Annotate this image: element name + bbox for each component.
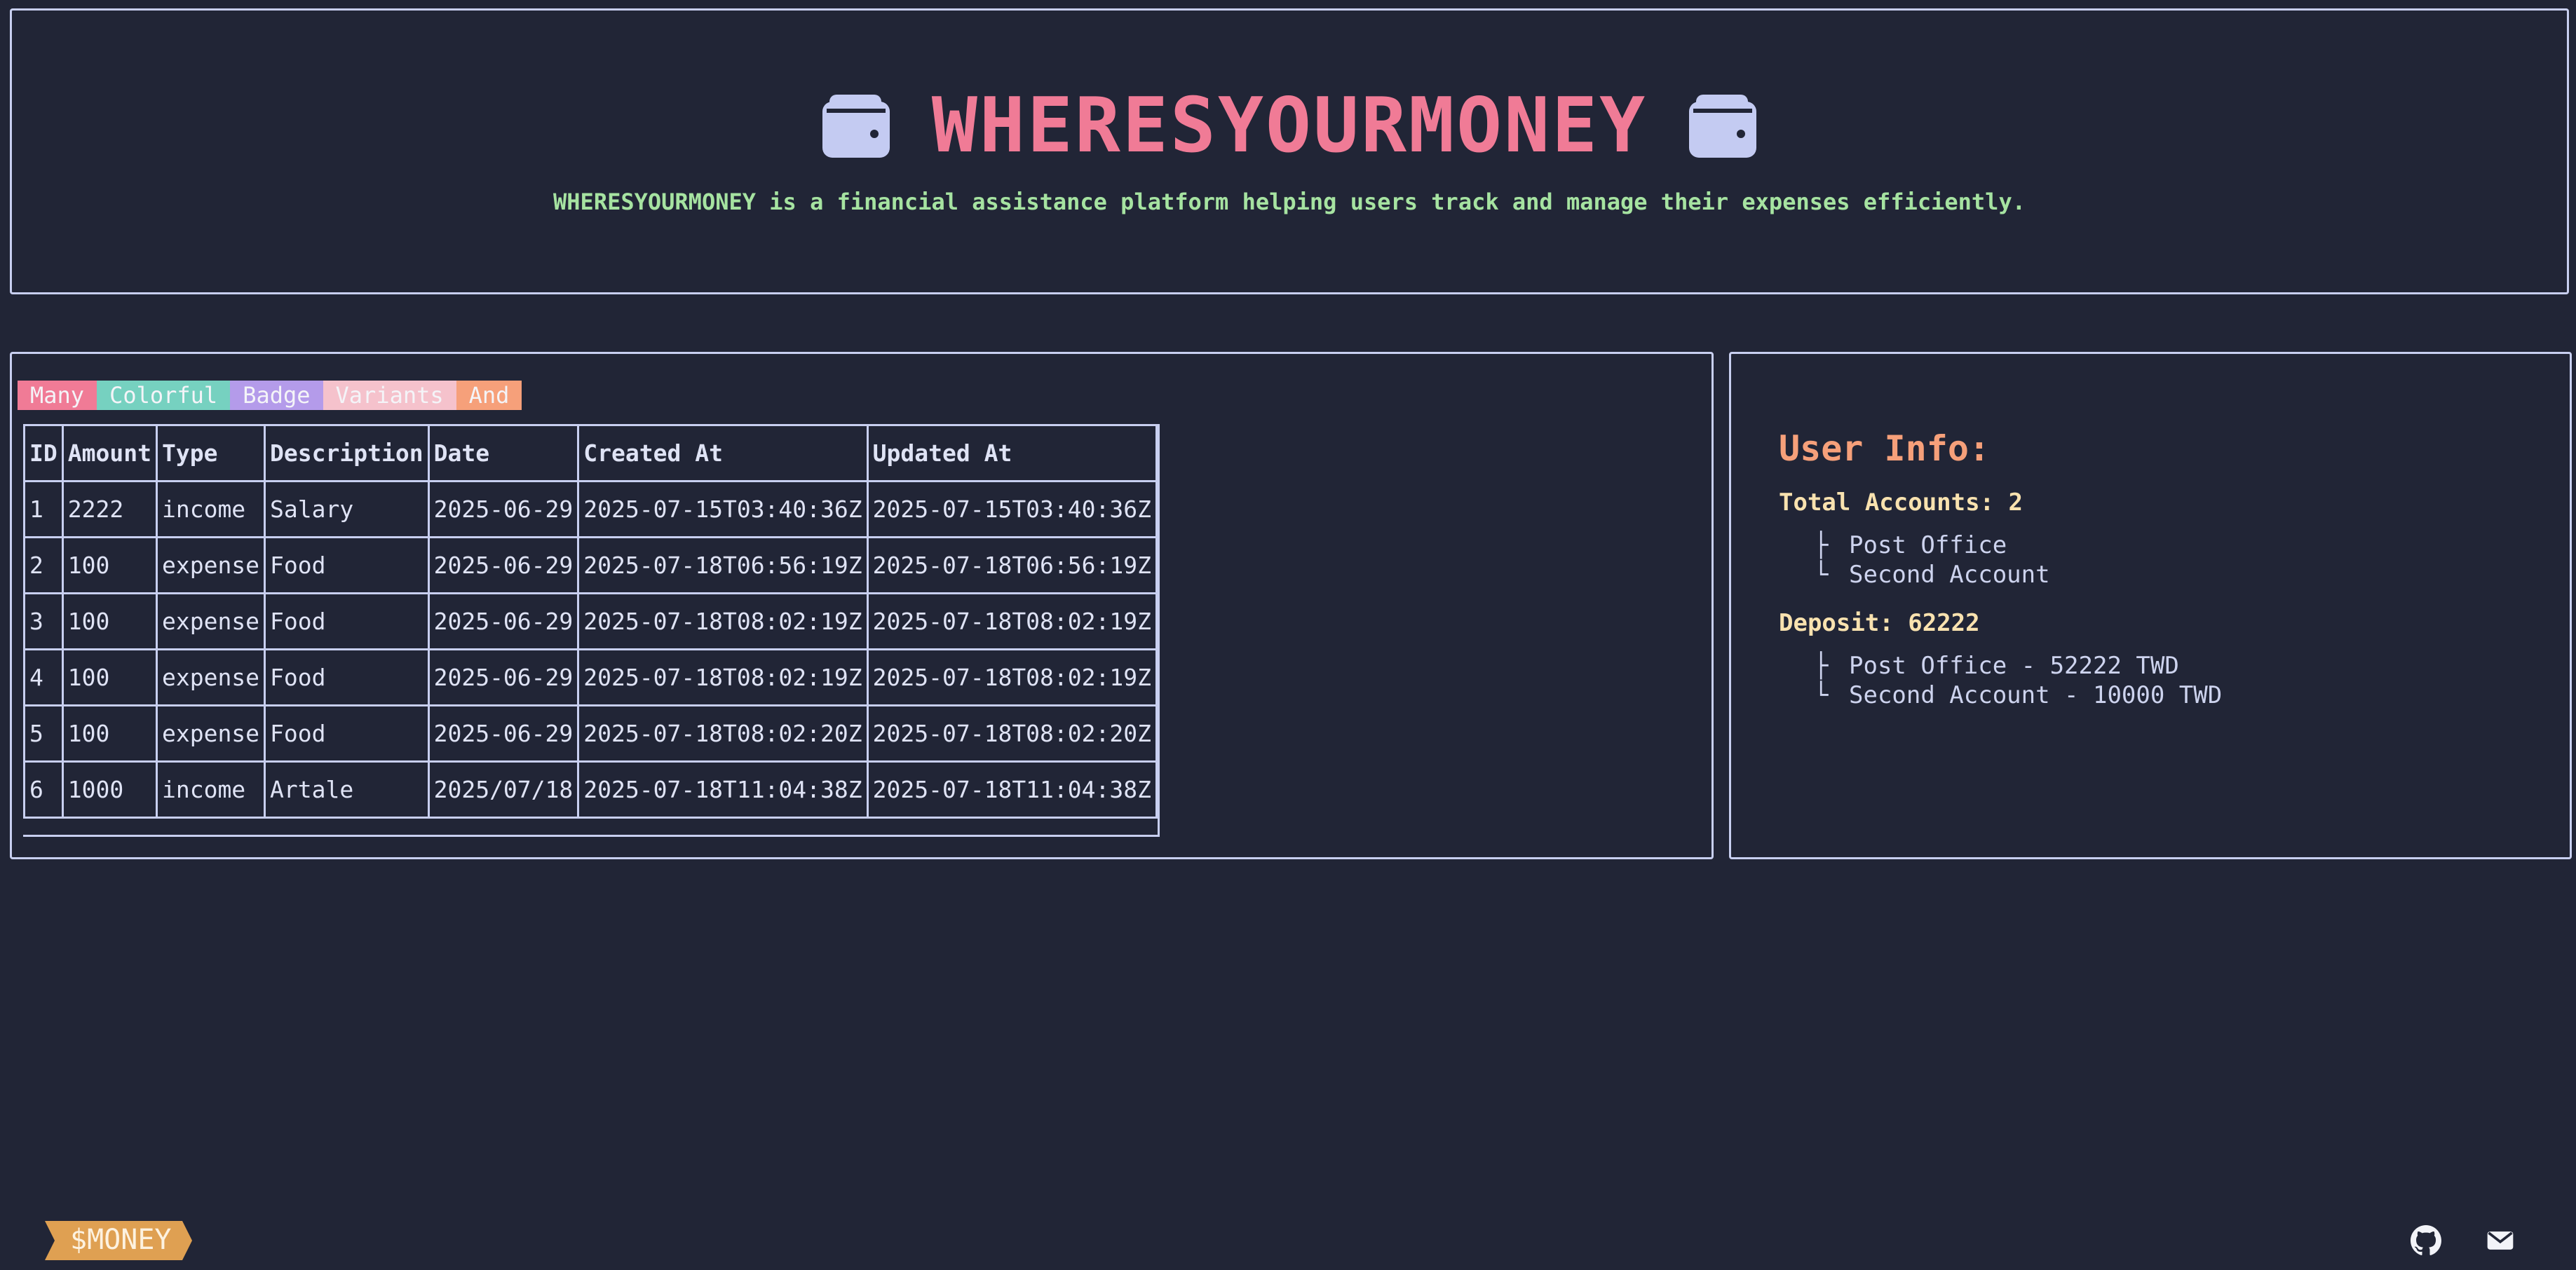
table-cell: 100: [61, 536, 158, 594]
table-row: 5 100 expense Food 2025-06-29 2025-07-18…: [23, 704, 1158, 763]
table-row: 3 100 expense Food 2025-06-29 2025-07-18…: [23, 592, 1158, 650]
table-cell: 1000: [61, 760, 158, 819]
table-cell: 2025-06-29: [427, 536, 580, 594]
table-cell: 2025/07/18: [427, 760, 580, 819]
table-row: 4 100 expense Food 2025-06-29 2025-07-18…: [23, 648, 1158, 706]
account-name: Post Office: [1849, 531, 2007, 559]
accounts-tree: ├ Post Office └ Second Account: [1814, 531, 2570, 589]
user-info-panel: User Info: Total Accounts: 2 ├ Post Offic…: [1729, 352, 2572, 859]
table-cell: expense: [155, 704, 266, 763]
badge: Badge: [230, 381, 323, 410]
deposit-entry: Second Account - 10000 TWD: [1849, 681, 2223, 709]
table-cell: 3: [23, 592, 64, 650]
table-cell: expense: [155, 592, 266, 650]
page-subtitle: WHERESYOURMONEY is a financial assistanc…: [553, 189, 2026, 215]
mail-icon[interactable]: [2485, 1225, 2516, 1256]
table-cell: 2025-07-18T08:02:20Z: [577, 704, 869, 763]
table-cell: 2025-07-18T11:04:38Z: [577, 760, 869, 819]
table-cell: 2: [23, 536, 64, 594]
column-header: Amount: [61, 424, 158, 482]
table-cell: 2025-06-29: [427, 648, 580, 706]
table-cell: 5: [23, 704, 64, 763]
wallet-icon: [1689, 95, 1757, 158]
table-cell: 2025-07-18T11:04:38Z: [866, 760, 1158, 819]
transactions-table: ID Amount Type Description Date Created …: [23, 424, 1158, 819]
table-header-row: ID Amount Type Description Date Created …: [23, 424, 1158, 482]
table-cell: 2025-07-18T08:02:19Z: [866, 592, 1158, 650]
table-cell: Food: [264, 648, 430, 706]
table-cell: 2025-06-29: [427, 704, 580, 763]
table-cell: 100: [61, 648, 158, 706]
table-cell: expense: [155, 648, 266, 706]
table-cell: Artale: [264, 760, 430, 819]
logo-text: $MONEY: [70, 1224, 172, 1256]
table-cell: 2025-06-29: [427, 480, 580, 538]
github-icon[interactable]: [2411, 1225, 2441, 1256]
badge: Variants: [323, 381, 456, 410]
badge: And: [456, 381, 522, 410]
user-info-title: User Info:: [1779, 428, 1991, 469]
column-header: ID: [23, 424, 64, 482]
table-cell: expense: [155, 536, 266, 594]
table-cell: 2025-07-15T03:40:36Z: [577, 480, 869, 538]
money-logo[interactable]: $MONEY: [45, 1221, 192, 1260]
table-cell: 2025-07-18T06:56:19Z: [866, 536, 1158, 594]
table-cell: 100: [61, 592, 158, 650]
list-item: ├ Post Office: [1814, 531, 2007, 559]
table-cell: 4: [23, 648, 64, 706]
transactions-table-scroll[interactable]: ID Amount Type Description Date Created …: [23, 424, 1160, 837]
badge: Colorful: [97, 381, 231, 410]
page-title: WHERESYOURMONEY: [931, 82, 1648, 170]
page: WHERESYOURMONEY WHERESYOURMONEY is a fin…: [0, 0, 2576, 1270]
table-cell: Salary: [264, 480, 430, 538]
column-header: Description: [264, 424, 430, 482]
deposit-entry: Post Office - 52222 TWD: [1849, 652, 2179, 680]
column-header: Type: [155, 424, 266, 482]
table-cell: 2025-07-18T08:02:19Z: [577, 648, 869, 706]
table-cell: 1: [23, 480, 64, 538]
total-accounts-label: Total Accounts: 2: [1779, 489, 2023, 517]
table-cell: 2025-07-18T08:02:19Z: [577, 592, 869, 650]
column-header: Updated At: [866, 424, 1158, 482]
table-cell: 2025-07-18T08:02:20Z: [866, 704, 1158, 763]
badge-row: Many Colorful Badge Variants And: [18, 381, 522, 410]
badge: Many: [18, 381, 97, 410]
list-item: ├ Post Office - 52222 TWD: [1814, 652, 2179, 680]
table-cell: Food: [264, 592, 430, 650]
table-cell: Food: [264, 704, 430, 763]
table-row: 2 100 expense Food 2025-06-29 2025-07-18…: [23, 536, 1158, 594]
column-header: Date: [427, 424, 580, 482]
table-cell: income: [155, 480, 266, 538]
list-item: └ Second Account - 10000 TWD: [1814, 681, 2223, 709]
table-row: 1 2222 income Salary 2025-06-29 2025-07-…: [23, 480, 1158, 538]
account-name: Second Account: [1849, 561, 2050, 589]
title-row: WHERESYOURMONEY: [12, 81, 2567, 172]
transactions-panel: Many Colorful Badge Variants And ID Amou…: [10, 352, 1714, 859]
table-cell: 100: [61, 704, 158, 763]
table-cell: Food: [264, 536, 430, 594]
deposit-label: Deposit: 62222: [1779, 609, 1980, 637]
table-cell: 2222: [61, 480, 158, 538]
column-header: Created At: [577, 424, 869, 482]
wallet-icon: [822, 95, 890, 158]
table-cell: 6: [23, 760, 64, 819]
table-cell: 2025-07-15T03:40:36Z: [866, 480, 1158, 538]
table-cell: 2025-07-18T08:02:19Z: [866, 648, 1158, 706]
deposits-tree: ├ Post Office - 52222 TWD └ Second Account…: [1814, 651, 2570, 710]
table-cell: 2025-06-29: [427, 592, 580, 650]
table-cell: income: [155, 760, 266, 819]
table-row: 6 1000 income Artale 2025/07/18 2025-07-…: [23, 760, 1158, 819]
header-panel: WHERESYOURMONEY WHERESYOURMONEY is a fin…: [10, 8, 2569, 294]
table-cell: 2025-07-18T06:56:19Z: [577, 536, 869, 594]
list-item: └ Second Account: [1814, 561, 2050, 589]
